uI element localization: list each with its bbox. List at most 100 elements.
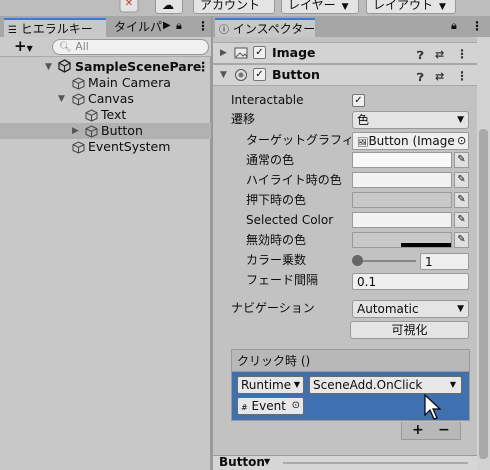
runtime-value: Runtime	[241, 378, 292, 392]
button-enabled-checkbox[interactable]: ✓	[253, 68, 266, 81]
chevron-down-icon: ▼	[457, 115, 464, 125]
runtime-dropdown[interactable]: Runtime ▼	[237, 376, 304, 394]
eyedropper-icon[interactable]: ✎	[454, 152, 469, 168]
component-menu-icon[interactable]: ⋮	[456, 66, 468, 86]
event-object-field[interactable]: # Event ⊙	[237, 397, 304, 415]
tree-item-label: Canvas	[88, 91, 134, 106]
expand-arrow-icon[interactable]: ▶	[72, 123, 79, 139]
search-placeholder: All	[75, 40, 89, 53]
function-dropdown[interactable]: SceneAdd.OnClick ▼	[309, 376, 462, 394]
layout-label: レイアウト	[373, 0, 434, 12]
hierarchy-panel: ☰ ヒエラルキー タイルパレ ▶ 🔒︎ ⋮ +▼ 🔍︎ All ▼ Sample…	[0, 16, 211, 470]
expand-arrow-icon[interactable]: ▼	[45, 59, 52, 75]
transition-dropdown[interactable]: 色 ▼	[352, 111, 469, 129]
pressed-color-label: 押下時の色	[246, 193, 307, 207]
tree-item-text[interactable]: Text	[0, 107, 211, 123]
expand-arrow-icon[interactable]: ▶	[220, 43, 227, 63]
image-component-header[interactable]: ▶ ✓ Image ❓︎ ⇄ ⋮	[213, 42, 477, 64]
onclick-label: クリック時 ()	[237, 354, 311, 368]
help-icon[interactable]: ❓︎	[417, 46, 424, 66]
object-picker-icon[interactable]: ⊙	[457, 134, 466, 147]
more-menu-icon[interactable]: ⋮	[471, 19, 483, 33]
target-graphic-field[interactable]: 🖼︎Button (Image	[352, 132, 469, 150]
inspector-scrollbar-thumb[interactable]	[479, 129, 488, 459]
layout-dropdown[interactable]: レイアウト ▼	[366, 0, 456, 14]
list-icon: ☰	[8, 25, 17, 36]
cloud-icon: ☁	[162, 0, 174, 12]
color-multiplier-label: カラー乗数	[246, 253, 307, 267]
normal-color-swatch[interactable]	[352, 152, 452, 168]
tree-item-button[interactable]: ▶ Button	[0, 123, 211, 139]
object-picker-icon[interactable]: ⊙	[292, 398, 300, 414]
mouse-cursor-icon	[424, 393, 444, 425]
tab-inspector-label: インスペクター	[232, 22, 315, 36]
disabled-color-swatch[interactable]	[352, 232, 452, 248]
tree-item-eventsystem[interactable]: EventSystem	[0, 139, 211, 155]
expand-arrow-icon[interactable]: ▼	[220, 65, 227, 85]
lock-icon[interactable]: 🔒︎	[451, 19, 457, 33]
color-multiplier-input[interactable]: 1	[420, 253, 469, 270]
event-list-footer: + −	[401, 422, 461, 440]
preset-icon[interactable]: ⇄	[435, 67, 444, 87]
top-toolbar: ✕ ☁ アカウント▼ レイヤー ▼ レイアウト ▼	[0, 0, 490, 26]
pressed-color-swatch[interactable]	[352, 192, 452, 208]
button-component-header[interactable]: ▼ ✓ Button ❓︎ ⇄ ⋮	[213, 64, 477, 86]
search-input[interactable]: 🔍︎ All	[52, 39, 209, 55]
eyedropper-icon[interactable]: ✎	[454, 212, 469, 228]
tree-item-main-camera[interactable]: Main Camera	[0, 75, 211, 91]
remove-event-button[interactable]: −	[438, 422, 450, 438]
visualize-button[interactable]: 可視化	[350, 321, 469, 339]
onclick-header: クリック時 ()	[231, 349, 470, 371]
tab-scroll-right-icon[interactable]: ▶	[163, 20, 171, 31]
scene-row[interactable]: ▼ SampleScenePare ⋮	[0, 59, 211, 75]
selected-color-swatch[interactable]	[352, 212, 452, 228]
collab-icon[interactable]: ✕	[118, 0, 140, 14]
preview-handle[interactable]	[283, 462, 468, 464]
interactable-label: Interactable	[231, 93, 304, 107]
add-object-button[interactable]: +▼	[14, 37, 33, 58]
eyedropper-icon[interactable]: ✎	[454, 192, 469, 208]
interactable-checkbox[interactable]: ✓	[352, 94, 365, 107]
event-object-value: Event	[251, 399, 286, 413]
color-multiplier-value: 1	[425, 255, 433, 269]
highlight-color-swatch[interactable]	[352, 172, 452, 188]
account-label: アカウント	[200, 0, 261, 12]
fade-duration-label: フェード間隔	[246, 273, 319, 287]
tab-tile-palette-label: タイルパレ	[114, 20, 162, 34]
preview-title[interactable]: Button	[219, 455, 265, 469]
cloud-button[interactable]: ☁	[155, 0, 183, 14]
tab-hierarchy[interactable]: ☰ ヒエラルキー	[4, 18, 106, 37]
inspector-scrollbar[interactable]	[477, 37, 490, 470]
chevron-down-icon: ▼	[341, 2, 349, 12]
tree-item-canvas[interactable]: ▼ Canvas	[0, 91, 211, 107]
image-enabled-checkbox[interactable]: ✓	[253, 46, 266, 59]
highlight-color-label: ハイライト時の色	[246, 173, 342, 187]
color-multiplier-slider-track[interactable]	[356, 260, 416, 262]
navigation-dropdown[interactable]: Automatic ▼	[352, 300, 469, 318]
account-dropdown[interactable]: アカウント▼	[193, 0, 275, 26]
component-menu-icon[interactable]: ⋮	[456, 44, 468, 64]
tab-tile-palette[interactable]: タイルパレ	[110, 18, 162, 37]
help-icon[interactable]: ❓︎	[417, 68, 424, 88]
layers-dropdown[interactable]: レイヤー ▼	[281, 0, 359, 14]
more-menu-icon[interactable]: ⋮	[197, 19, 209, 33]
color-multiplier-slider-thumb[interactable]	[352, 255, 363, 266]
inspector-tab-bar: ⓘ インスペクター 🔒︎ ⋮	[213, 16, 490, 37]
preset-icon[interactable]: ⇄	[435, 45, 444, 65]
navigation-label: ナビゲーション	[231, 301, 315, 315]
add-event-button[interactable]: +	[412, 422, 424, 438]
eyedropper-icon[interactable]: ✎	[454, 172, 469, 188]
inspector-body: ▶ ✓ Image ❓︎ ⇄ ⋮ ▼ ✓ Button ❓︎ ⇄ ⋮ Inter…	[213, 37, 490, 470]
scene-menu-icon[interactable]: ⋮	[197, 59, 210, 75]
eyedropper-icon[interactable]: ✎	[454, 232, 469, 248]
tab-inspector[interactable]: ⓘ インスペクター	[215, 18, 315, 37]
lock-icon[interactable]: 🔒︎	[176, 19, 182, 33]
expand-arrow-icon[interactable]: ▼	[58, 91, 65, 107]
hierarchy-toolbar: +▼ 🔍︎ All	[0, 37, 211, 57]
chevron-down-icon[interactable]: ▼	[264, 457, 270, 466]
inspector-panel: ⓘ インスペクター 🔒︎ ⋮ ▶ ✓ Image ❓︎ ⇄ ⋮ ▼ ✓ Butt…	[213, 16, 490, 470]
chevron-down-icon: ▼	[26, 44, 33, 53]
disabled-color-label: 無効時の色	[246, 233, 307, 247]
add-label: +	[14, 37, 27, 55]
fade-duration-input[interactable]: 0.1	[352, 273, 469, 290]
